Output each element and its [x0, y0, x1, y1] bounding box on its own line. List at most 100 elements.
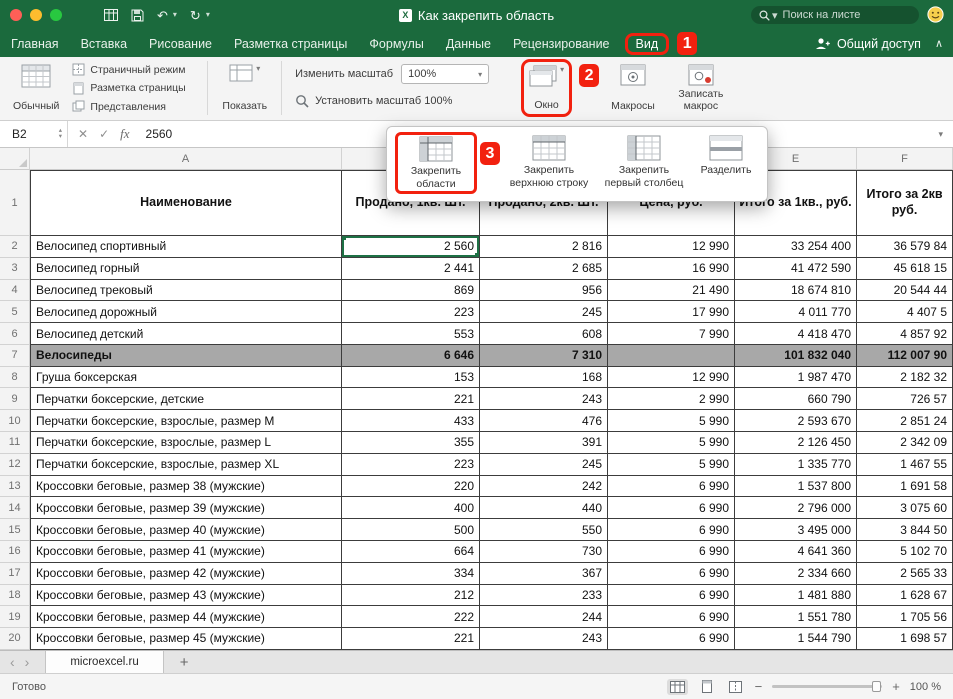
- cell-D17[interactable]: 6 990: [608, 563, 735, 585]
- cell-B7[interactable]: 6 646: [342, 345, 480, 367]
- cell-B18[interactable]: 212: [342, 585, 480, 607]
- cell-C20[interactable]: 243: [480, 628, 608, 650]
- formula-bar-expand-icon[interactable]: ▾: [938, 129, 943, 140]
- name-box[interactable]: B2 ▴ ▾: [0, 121, 68, 147]
- search-input[interactable]: ▾ Поиск на листе: [751, 6, 919, 24]
- cell-A14[interactable]: Кроссовки беговые, размер 39 (мужские): [30, 497, 342, 519]
- cell-C7[interactable]: 7 310: [480, 345, 608, 367]
- cell-A12[interactable]: Перчатки боксерские, взрослые, размер XL: [30, 454, 342, 476]
- cell-E15[interactable]: 3 495 000: [735, 519, 857, 541]
- cell-E19[interactable]: 1 551 780: [735, 606, 857, 628]
- tab-page-layout[interactable]: Разметка страницы: [223, 34, 358, 54]
- cell-C13[interactable]: 242: [480, 476, 608, 498]
- redo-caret-icon[interactable]: ▾: [206, 11, 210, 19]
- tab-data[interactable]: Данные: [435, 34, 502, 54]
- row-header-7[interactable]: 7: [0, 345, 30, 367]
- cell-B2[interactable]: 2 560: [342, 236, 480, 258]
- row-header-20[interactable]: 20: [0, 628, 30, 650]
- cell-C12[interactable]: 245: [480, 454, 608, 476]
- cell-C16[interactable]: 730: [480, 541, 608, 563]
- cell-E17[interactable]: 2 334 660: [735, 563, 857, 585]
- cell-A5[interactable]: Велосипед дорожный: [30, 301, 342, 323]
- cell-D4[interactable]: 21 490: [608, 280, 735, 302]
- tab-formulas[interactable]: Формулы: [358, 34, 434, 54]
- cell-F19[interactable]: 1 705 56: [857, 606, 953, 628]
- cell-C17[interactable]: 367: [480, 563, 608, 585]
- cell-A20[interactable]: Кроссовки беговые, размер 45 (мужские): [30, 628, 342, 650]
- cell-B13[interactable]: 220: [342, 476, 480, 498]
- cell-A2[interactable]: Велосипед спортивный: [30, 236, 342, 258]
- cell-E5[interactable]: 4 011 770: [735, 301, 857, 323]
- cell-D10[interactable]: 5 990: [608, 410, 735, 432]
- cell-D15[interactable]: 6 990: [608, 519, 735, 541]
- cell-B17[interactable]: 334: [342, 563, 480, 585]
- zoom-in-button[interactable]: +: [892, 680, 900, 693]
- cell-D19[interactable]: 6 990: [608, 606, 735, 628]
- cell-C10[interactable]: 476: [480, 410, 608, 432]
- cell-E3[interactable]: 41 472 590: [735, 258, 857, 280]
- tab-view[interactable]: Вид: [625, 33, 670, 55]
- cell-A11[interactable]: Перчатки боксерские, взрослые, размер L: [30, 432, 342, 454]
- zoom-slider[interactable]: [772, 685, 882, 688]
- cell-E8[interactable]: 1 987 470: [735, 367, 857, 389]
- show-button[interactable]: ▾ Показать: [217, 61, 272, 115]
- cell-F8[interactable]: 2 182 32: [857, 367, 953, 389]
- cancel-entry-icon[interactable]: ✕: [78, 127, 88, 141]
- cell-A6[interactable]: Велосипед детский: [30, 323, 342, 345]
- row-header-19[interactable]: 19: [0, 606, 30, 628]
- cell-D20[interactable]: 6 990: [608, 628, 735, 650]
- cell-F3[interactable]: 45 618 15: [857, 258, 953, 280]
- cell-F15[interactable]: 3 844 50: [857, 519, 953, 541]
- sheet-nav-right-icon[interactable]: ›: [25, 655, 30, 669]
- custom-views-button[interactable]: Представления: [72, 100, 198, 113]
- cell-B4[interactable]: 869: [342, 280, 480, 302]
- cell-B3[interactable]: 2 441: [342, 258, 480, 280]
- cell-E10[interactable]: 2 593 670: [735, 410, 857, 432]
- insert-function-icon[interactable]: fx: [120, 126, 129, 142]
- header-cell-A[interactable]: Наименование: [30, 170, 342, 236]
- column-header-F[interactable]: F: [857, 148, 953, 170]
- row-header-17[interactable]: 17: [0, 563, 30, 585]
- cell-E14[interactable]: 2 796 000: [735, 497, 857, 519]
- cell-A8[interactable]: Груша боксерская: [30, 367, 342, 389]
- row-header-3[interactable]: 3: [0, 258, 30, 280]
- sheet-tab-active[interactable]: microexcel.ru: [45, 651, 163, 673]
- cell-E2[interactable]: 33 254 400: [735, 236, 857, 258]
- cell-A3[interactable]: Велосипед горный: [30, 258, 342, 280]
- cell-A7[interactable]: Велосипеды: [30, 345, 342, 367]
- cell-F17[interactable]: 2 565 33: [857, 563, 953, 585]
- tab-insert[interactable]: Вставка: [70, 34, 138, 54]
- cell-F11[interactable]: 2 342 09: [857, 432, 953, 454]
- cell-E6[interactable]: 4 418 470: [735, 323, 857, 345]
- status-page-layout-button[interactable]: [698, 678, 716, 695]
- row-header-2[interactable]: 2: [0, 236, 30, 258]
- row-header-18[interactable]: 18: [0, 585, 30, 607]
- cell-A13[interactable]: Кроссовки беговые, размер 38 (мужские): [30, 476, 342, 498]
- row-header-8[interactable]: 8: [0, 367, 30, 389]
- confirm-entry-icon[interactable]: ✓: [99, 127, 109, 141]
- undo-caret-icon[interactable]: ▾: [173, 11, 177, 19]
- zoom-slider-knob[interactable]: [872, 681, 881, 692]
- collapse-ribbon-icon[interactable]: ∧: [935, 37, 943, 50]
- cell-C5[interactable]: 245: [480, 301, 608, 323]
- cell-F5[interactable]: 4 407 5: [857, 301, 953, 323]
- row-header-15[interactable]: 15: [0, 519, 30, 541]
- cell-C9[interactable]: 243: [480, 388, 608, 410]
- cell-D5[interactable]: 17 990: [608, 301, 735, 323]
- zoom-window-button[interactable]: [50, 9, 62, 21]
- cell-A4[interactable]: Велосипед трековый: [30, 280, 342, 302]
- cell-F7[interactable]: 112 007 90: [857, 345, 953, 367]
- cell-B11[interactable]: 355: [342, 432, 480, 454]
- cell-E4[interactable]: 18 674 810: [735, 280, 857, 302]
- column-header-A[interactable]: A: [30, 148, 342, 170]
- cell-C8[interactable]: 168: [480, 367, 608, 389]
- minimize-window-button[interactable]: [30, 9, 42, 21]
- cell-D16[interactable]: 6 990: [608, 541, 735, 563]
- redo-icon[interactable]: ↻: [190, 9, 201, 22]
- formula-input[interactable]: 2560: [146, 127, 173, 141]
- cell-D13[interactable]: 6 990: [608, 476, 735, 498]
- tab-draw[interactable]: Рисование: [138, 34, 223, 54]
- cell-C18[interactable]: 233: [480, 585, 608, 607]
- cell-D9[interactable]: 2 990: [608, 388, 735, 410]
- cell-F2[interactable]: 36 579 84: [857, 236, 953, 258]
